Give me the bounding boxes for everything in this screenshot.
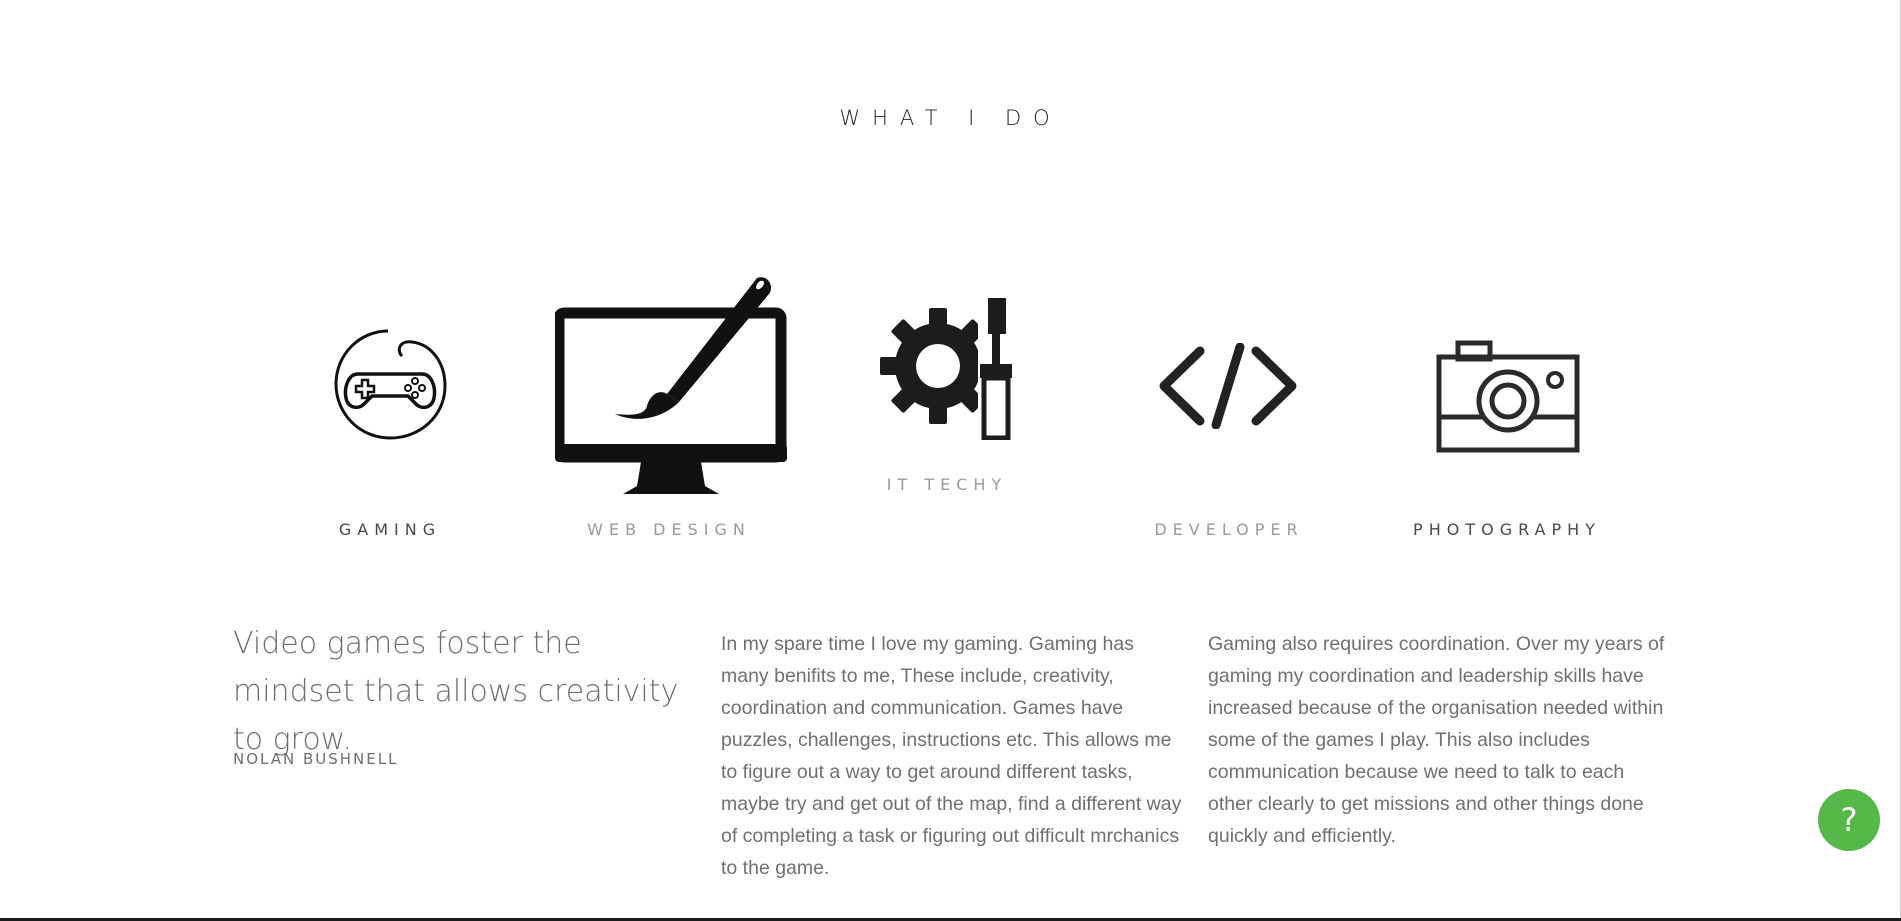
service-label-web-design: WEB DESIGN	[587, 520, 751, 539]
quote-text: Video games foster the mindset that allo…	[233, 626, 679, 757]
quote-author: NOLAN BUSHNELL	[233, 750, 399, 768]
service-label-gaming: GAMING	[338, 520, 442, 539]
gear-screwdriver-icon	[880, 296, 1022, 440]
camera-icon	[1436, 340, 1580, 454]
service-web-design[interactable]	[555, 276, 787, 496]
paragraph-gaming-benefits: In my spare time I love my gaming. Gamin…	[721, 633, 1182, 879]
service-gaming[interactable]	[330, 326, 450, 446]
service-developer[interactable]	[1158, 343, 1298, 429]
service-photography[interactable]	[1436, 340, 1580, 454]
service-label-it-techy: IT TECHY	[886, 475, 1008, 494]
service-it-techy[interactable]	[880, 296, 1022, 440]
code-icon	[1158, 343, 1298, 429]
help-button[interactable]: ?	[1818, 789, 1880, 851]
service-label-photography: PHOTOGRAPHY	[1413, 520, 1601, 539]
section-title: WHAT I DO	[839, 106, 1062, 130]
page: WHAT I DO GAMING WEB DESIGN IT TECHY DEV…	[0, 0, 1901, 921]
service-label-developer: DEVELOPER	[1154, 520, 1304, 539]
gamepad-icon	[330, 326, 450, 446]
paragraph-coordination: Gaming also requires coordination. Over …	[1208, 633, 1665, 847]
monitor-brush-icon	[555, 276, 787, 496]
